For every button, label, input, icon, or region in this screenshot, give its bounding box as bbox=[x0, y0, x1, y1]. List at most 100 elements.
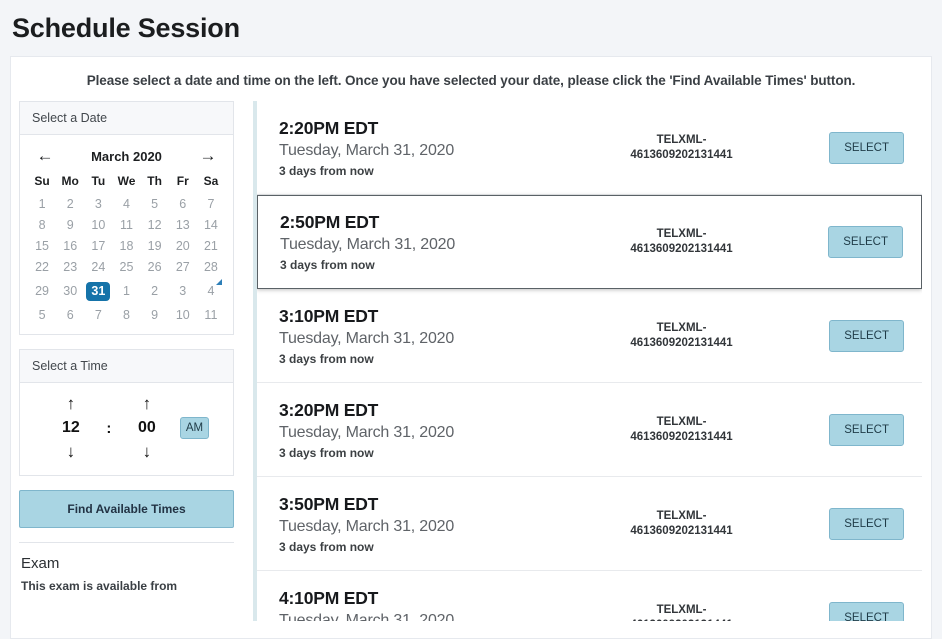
calendar-day-cell[interactable]: 7 bbox=[197, 194, 225, 215]
calendar-day-cell[interactable]: 27 bbox=[169, 257, 197, 278]
slot-session-code-line2: 4613609202131441 bbox=[579, 618, 784, 622]
time-slot-row[interactable]: 3:50PM EDT Tuesday, March 31, 2020 3 days … bbox=[257, 477, 922, 571]
slot-session-code-line1: TELXML- bbox=[656, 321, 707, 334]
calendar-day-label: 6 bbox=[179, 197, 187, 211]
calendar-day-cell[interactable]: 21 bbox=[197, 236, 225, 257]
calendar-day-label: 14 bbox=[203, 218, 218, 232]
calendar-day-cell[interactable]: 8 bbox=[112, 305, 140, 326]
calendar-day-cell[interactable]: 22 bbox=[28, 257, 56, 278]
calendar-week-row: 29 30 31 1 2 3 4 bbox=[28, 278, 225, 305]
select-slot-button[interactable]: SELECT bbox=[828, 226, 903, 258]
select-slot-button[interactable]: SELECT bbox=[829, 131, 904, 164]
select-slot-button[interactable]: SELECT bbox=[829, 413, 904, 446]
calendar-day-cell[interactable]: 9 bbox=[141, 305, 169, 326]
minute-up-arrow-icon[interactable]: ↑ bbox=[143, 393, 152, 415]
time-slot-row-active[interactable]: 2:50PM EDT Tuesday, March 31, 2020 3 days … bbox=[257, 195, 922, 289]
slot-button-wrap: SELECT bbox=[784, 319, 904, 352]
calendar-day-label: 5 bbox=[151, 197, 159, 211]
calendar-day-cell[interactable]: 11 bbox=[197, 305, 225, 326]
time-picker-panel: Select a Time ↑ 12 ↓ : ↑ 00 ↓ AM bbox=[19, 349, 234, 476]
find-available-times-button[interactable]: Find Available Times bbox=[19, 490, 234, 528]
calendar-day-cell[interactable]: 8 bbox=[28, 215, 56, 236]
calendar-day-label: 22 bbox=[35, 260, 50, 274]
calendar-day-label: 7 bbox=[207, 197, 215, 211]
calendar-day-cell[interactable]: 14 bbox=[197, 215, 225, 236]
hour-up-arrow-icon[interactable]: ↑ bbox=[67, 393, 76, 415]
slot-session-code-line1: TELXML- bbox=[656, 228, 707, 240]
prev-month-arrow-icon[interactable]: ← bbox=[34, 147, 56, 165]
calendar-day-cell[interactable]: 11 bbox=[112, 215, 140, 236]
calendar-day-cell[interactable]: 3 bbox=[169, 278, 197, 305]
calendar-day-cell[interactable]: 13 bbox=[169, 215, 197, 236]
calendar-day-label: 2 bbox=[66, 197, 74, 211]
calendar-day-cell[interactable]: 23 bbox=[56, 257, 84, 278]
calendar-day-cell[interactable]: 18 bbox=[112, 236, 140, 257]
date-panel-header: Select a Date bbox=[20, 102, 233, 135]
calendar-week-row: 22 23 24 25 26 27 28 bbox=[28, 257, 225, 285]
minute-down-arrow-icon[interactable]: ↓ bbox=[143, 441, 152, 463]
calendar-day-label: 24 bbox=[91, 260, 106, 274]
slot-time: 3:10PM EDT bbox=[279, 305, 379, 326]
calendar-day-cell[interactable]: 1 bbox=[112, 278, 140, 305]
calendar-day-cell[interactable]: 12 bbox=[141, 215, 169, 236]
calendar-day-label: 8 bbox=[38, 218, 46, 232]
time-slot-row[interactable]: 3:10PM EDT Tuesday, March 31, 2020 3 days … bbox=[257, 289, 922, 383]
calendar-day-label: 4 bbox=[207, 284, 215, 298]
hour-value[interactable]: 12 bbox=[62, 415, 80, 441]
date-picker-panel: Select a Date ← March 2020 → Su Mo Tu We Th F… bbox=[19, 101, 234, 335]
calendar-day-label: 10 bbox=[91, 218, 106, 232]
calendar-day-cell[interactable]: 1 bbox=[28, 194, 56, 215]
calendar-day-label: 7 bbox=[94, 308, 102, 322]
calendar-day-cell[interactable]: 20 bbox=[169, 236, 197, 257]
select-slot-button[interactable]: SELECT bbox=[829, 507, 904, 540]
resize-handle-icon[interactable] bbox=[216, 279, 222, 285]
calendar-day-cell[interactable]: 5 bbox=[28, 305, 56, 326]
calendar-day-cell[interactable]: 5 bbox=[141, 194, 169, 215]
calendar-day-cell[interactable]: 10 bbox=[84, 215, 112, 236]
calendar-day-cell[interactable]: 2 bbox=[56, 194, 84, 215]
calendar-day-cell[interactable]: 30 bbox=[56, 278, 84, 305]
left-column: Select a Date ← March 2020 → Su Mo Tu We Th F… bbox=[19, 101, 234, 621]
next-month-arrow-icon[interactable]: → bbox=[197, 147, 219, 165]
calendar-day-cell[interactable]: 6 bbox=[56, 305, 84, 326]
meridiem-toggle[interactable]: AM bbox=[179, 417, 210, 439]
slot-date: Tuesday, March 31, 2020 bbox=[279, 141, 455, 159]
slot-session-code-line1: TELXML- bbox=[656, 415, 707, 428]
slot-details: 3:20PM EDT Tuesday, March 31, 2020 3 days … bbox=[279, 400, 579, 460]
calendar-day-label: 3 bbox=[179, 284, 187, 298]
calendar-day-cell[interactable]: 28 bbox=[197, 257, 225, 285]
calendar-day-cell[interactable]: 24 bbox=[84, 257, 112, 278]
calendar-day-label: 8 bbox=[123, 308, 130, 322]
time-slot-row[interactable]: 3:20PM EDT Tuesday, March 31, 2020 3 days … bbox=[257, 383, 922, 477]
time-slot-row[interactable]: 2:20PM EDT Tuesday, March 31, 2020 3 days … bbox=[257, 101, 922, 195]
calendar-day-cell[interactable]: 17 bbox=[84, 236, 112, 257]
calendar-day-label: 26 bbox=[147, 260, 162, 274]
calendar-day-cell[interactable]: 10 bbox=[169, 305, 197, 326]
calendar-day-cell[interactable]: 25 bbox=[112, 257, 140, 278]
calendar-day-label: 1 bbox=[123, 284, 130, 298]
slot-button-wrap: SELECT bbox=[784, 507, 904, 540]
calendar-day-cell[interactable]: 15 bbox=[28, 236, 56, 257]
calendar-day-cell[interactable]: 19 bbox=[141, 236, 169, 257]
hour-down-arrow-icon[interactable]: ↓ bbox=[67, 441, 76, 463]
calendar-day-cell[interactable]: 6 bbox=[169, 194, 197, 215]
calendar-day-cell[interactable]: 3 bbox=[84, 194, 112, 215]
calendar-day-label: 20 bbox=[175, 239, 190, 253]
select-slot-button[interactable]: SELECT bbox=[829, 601, 904, 621]
calendar-day-cell[interactable]: 29 bbox=[28, 278, 56, 305]
calendar-day-label: 6 bbox=[66, 308, 74, 322]
slot-relative-time: 3 days from now bbox=[280, 258, 375, 272]
calendar-day-cell-selected[interactable]: 31 bbox=[84, 278, 112, 305]
calendar-day-cell[interactable]: 7 bbox=[84, 305, 112, 326]
calendar-day-label: 11 bbox=[119, 218, 133, 232]
calendar-day-cell[interactable]: 2 bbox=[141, 278, 169, 305]
select-slot-button[interactable]: SELECT bbox=[829, 319, 904, 352]
calendar-day-cell[interactable]: 9 bbox=[56, 215, 84, 236]
time-slot-row[interactable]: 4:10PM EDTTuesday, March 31, 20203 days … bbox=[257, 571, 922, 621]
calendar-day-cell[interactable]: 16 bbox=[56, 236, 84, 257]
calendar-day-cell[interactable]: 26 bbox=[141, 257, 169, 278]
minute-value[interactable]: 00 bbox=[138, 415, 156, 441]
schedule-card: Please select a date and time on the lef… bbox=[10, 56, 932, 639]
calendar-day-cell[interactable]: 4 bbox=[112, 194, 140, 215]
slot-time: 4:10PM EDT bbox=[279, 587, 379, 608]
